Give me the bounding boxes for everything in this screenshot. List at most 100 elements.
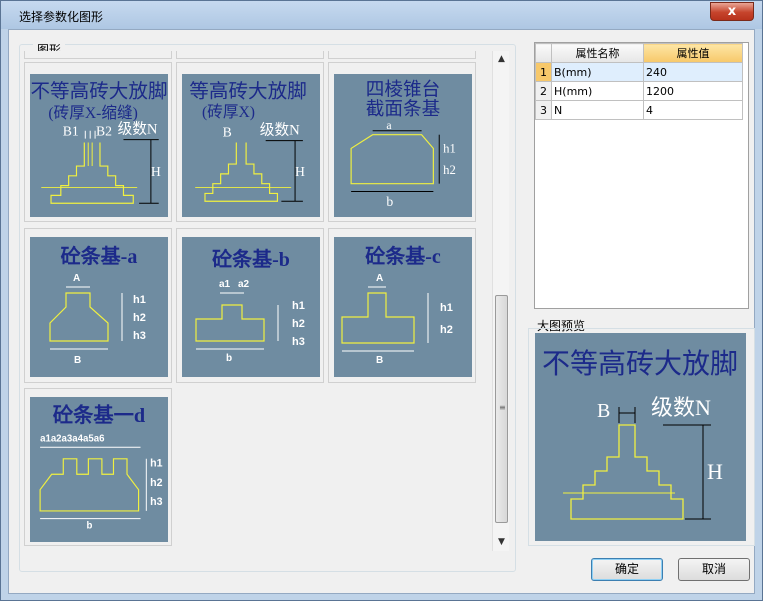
label-h1: h1 bbox=[440, 302, 453, 314]
thumbnail-image: 砼条基一d a1a2a3a4a5a6 h1 h2 h3 b bbox=[30, 397, 168, 542]
property-value-cell[interactable]: 1200 bbox=[643, 81, 743, 101]
label-a: A bbox=[376, 273, 383, 284]
preview-panel: 不等高砖大放脚 B 级数N H bbox=[528, 328, 755, 546]
thumbnail-title: 砼条基-b bbox=[212, 247, 290, 271]
label-h2: h2 bbox=[443, 163, 456, 177]
equal-brick-footing-drawing: 等高砖大放脚 (砖厚X) B 级数N H bbox=[189, 80, 307, 202]
scroll-up-icon[interactable]: ▲ bbox=[493, 51, 510, 68]
column-header-value[interactable]: 属性值 bbox=[643, 43, 743, 63]
thumbnail-unequal-brick-footing[interactable]: 不等高砖大放脚 (砖厚X-缩缝) B1 B2 级数N H bbox=[24, 62, 172, 222]
label-h2: h2 bbox=[133, 312, 146, 324]
concrete-strip-c-drawing: 砼条基-c A h1 h2 B bbox=[341, 244, 453, 366]
thumbnail-scrollbar[interactable]: ▲ ≡ ▼ bbox=[492, 51, 509, 551]
property-name-cell[interactable]: B(mm) bbox=[551, 62, 644, 82]
label-h1: h1 bbox=[443, 141, 456, 155]
scroll-thumb[interactable]: ≡ bbox=[495, 295, 508, 523]
property-value-cell[interactable]: 4 bbox=[643, 100, 743, 120]
concrete-strip-b-drawing: 砼条基-b a1 a2 h1 h2 h3 b bbox=[195, 247, 305, 364]
concrete-strip-d-drawing: 砼条基一d a1a2a3a4a5a6 h1 h2 h3 b bbox=[39, 403, 163, 531]
property-name-cell[interactable]: N bbox=[551, 100, 644, 120]
preview-title: 不等高砖大放脚 bbox=[542, 348, 738, 380]
frustum-strip-drawing: 四棱锥台 截面条基 a h1 h2 b bbox=[350, 80, 456, 209]
property-value-cell[interactable]: 240 bbox=[643, 62, 743, 82]
label-a: A bbox=[73, 273, 80, 284]
row-number: 3 bbox=[535, 100, 552, 120]
cancel-button[interactable]: 取消 bbox=[678, 558, 750, 581]
label-a1: a1 bbox=[219, 279, 231, 290]
label-b: B bbox=[74, 355, 81, 366]
thumbnail-cell-scrolled[interactable] bbox=[176, 51, 324, 59]
table-row[interactable]: 1 B(mm) 240 bbox=[535, 62, 743, 82]
label-b: b bbox=[86, 520, 92, 531]
thumbnail-title: 不等高砖大放脚 bbox=[30, 80, 167, 102]
label-h3: h3 bbox=[292, 336, 305, 348]
label-steps: 级数N bbox=[118, 121, 158, 138]
thumbnail-image: 砼条基-c A h1 h2 B bbox=[334, 237, 472, 377]
preview-drawing: 不等高砖大放脚 B 级数N H bbox=[542, 348, 738, 520]
thumbnail-concrete-strip-d[interactable]: 砼条基一d a1a2a3a4a5a6 h1 h2 h3 b bbox=[24, 388, 172, 546]
thumbnail-subtitle: 截面条基 bbox=[366, 99, 440, 120]
thumbnail-title: 砼条基一d bbox=[53, 403, 146, 427]
table-row[interactable]: 3 N 4 bbox=[535, 100, 743, 120]
thumbnail-subtitle: (砖厚X) bbox=[202, 103, 255, 121]
label-h: H bbox=[295, 164, 305, 179]
property-table: 属性名称 属性值 1 B(mm) 240 2 H(mm) 1200 3 N 4 bbox=[535, 43, 743, 120]
label-h: H bbox=[151, 164, 161, 179]
label-steps: 级数N bbox=[260, 122, 300, 139]
label-b1: B1 bbox=[63, 124, 79, 139]
title-bar: 选择参数化图形 x bbox=[1, 1, 762, 29]
thumbnail-title: 等高砖大放脚 bbox=[189, 80, 306, 102]
thumbnail-equal-brick-footing[interactable]: 等高砖大放脚 (砖厚X) B 级数N H bbox=[176, 62, 324, 222]
thumbnail-cell-scrolled[interactable] bbox=[328, 51, 476, 59]
thumbnail-title: 砼条基-a bbox=[61, 244, 138, 268]
table-row[interactable]: 2 H(mm) 1200 bbox=[535, 81, 743, 101]
thumbnail-cell-scrolled[interactable] bbox=[24, 51, 172, 59]
thumbnail-image: 四棱锥台 截面条基 a h1 h2 b bbox=[334, 74, 472, 217]
preview-label-b: B bbox=[597, 400, 610, 422]
thumbnail-title: 砼条基-c bbox=[365, 244, 441, 268]
thumbnail-image: 砼条基-b a1 a2 h1 h2 h3 b bbox=[182, 237, 320, 377]
label-h2: h2 bbox=[292, 318, 305, 330]
label-h1: h1 bbox=[133, 294, 146, 306]
label-a: a bbox=[386, 119, 392, 132]
preview-image: 不等高砖大放脚 B 级数N H bbox=[535, 333, 746, 541]
thumbnail-image: 砼条基-a A h1 h2 h3 B bbox=[30, 237, 168, 377]
label-b: B bbox=[223, 125, 232, 140]
thumbnail-image: 等高砖大放脚 (砖厚X) B 级数N H bbox=[182, 74, 320, 217]
label-h2: h2 bbox=[440, 324, 453, 336]
thumbnail-concrete-strip-b[interactable]: 砼条基-b a1 a2 h1 h2 h3 b bbox=[176, 228, 324, 383]
row-number: 1 bbox=[535, 62, 552, 82]
shape-thumbnail-list[interactable]: 不等高砖大放脚 (砖厚X-缩缝) B1 B2 级数N H 等高砖大放脚 (砖厚X… bbox=[24, 51, 489, 571]
label-a2: a2 bbox=[238, 279, 250, 290]
label-h1: h1 bbox=[150, 458, 162, 470]
dialog-title: 选择参数化图形 bbox=[19, 10, 104, 24]
thumbnail-image: 不等高砖大放脚 (砖厚X-缩缝) B1 B2 级数N H bbox=[30, 74, 168, 217]
dialog-window: 选择参数化图形 x 图形 不等高砖大放脚 (砖厚X-缩缝) B1 B2 级数N bbox=[0, 0, 763, 601]
scroll-down-icon[interactable]: ▼ bbox=[493, 534, 510, 551]
label-h2: h2 bbox=[150, 477, 162, 489]
close-icon: x bbox=[727, 4, 737, 19]
label-h3: h3 bbox=[133, 330, 146, 342]
property-name-cell[interactable]: H(mm) bbox=[551, 81, 644, 101]
label-b: b bbox=[386, 194, 393, 209]
property-grid[interactable]: 属性名称 属性值 1 B(mm) 240 2 H(mm) 1200 3 N 4 bbox=[534, 42, 749, 309]
label-h3: h3 bbox=[150, 496, 162, 508]
dialog-body: 图形 不等高砖大放脚 (砖厚X-缩缝) B1 B2 级数N H 等高砖大放脚 (… bbox=[8, 29, 755, 594]
label-b: B bbox=[376, 355, 383, 366]
unequal-brick-footing-drawing: 不等高砖大放脚 (砖厚X-缩缝) B1 B2 级数N H bbox=[30, 80, 168, 204]
label-b: b bbox=[226, 353, 232, 364]
corner-header bbox=[535, 43, 552, 63]
concrete-strip-a-drawing: 砼条基-a A h1 h2 h3 B bbox=[49, 244, 146, 366]
row-number: 2 bbox=[535, 81, 552, 101]
preview-label-steps: 级数N bbox=[651, 395, 711, 420]
label-h1: h1 bbox=[292, 300, 305, 312]
thumbnail-title: 四棱锥台 bbox=[366, 80, 440, 101]
close-button[interactable]: x bbox=[710, 2, 754, 21]
thumbnail-subtitle: (砖厚X-缩缝) bbox=[48, 104, 138, 122]
preview-label-h: H bbox=[707, 459, 723, 484]
ok-button[interactable]: 确定 bbox=[591, 558, 663, 581]
column-header-name[interactable]: 属性名称 bbox=[551, 43, 644, 63]
thumbnail-concrete-strip-a[interactable]: 砼条基-a A h1 h2 h3 B bbox=[24, 228, 172, 383]
thumbnail-frustum-strip[interactable]: 四棱锥台 截面条基 a h1 h2 b bbox=[328, 62, 476, 222]
thumbnail-concrete-strip-c[interactable]: 砼条基-c A h1 h2 B bbox=[328, 228, 476, 383]
